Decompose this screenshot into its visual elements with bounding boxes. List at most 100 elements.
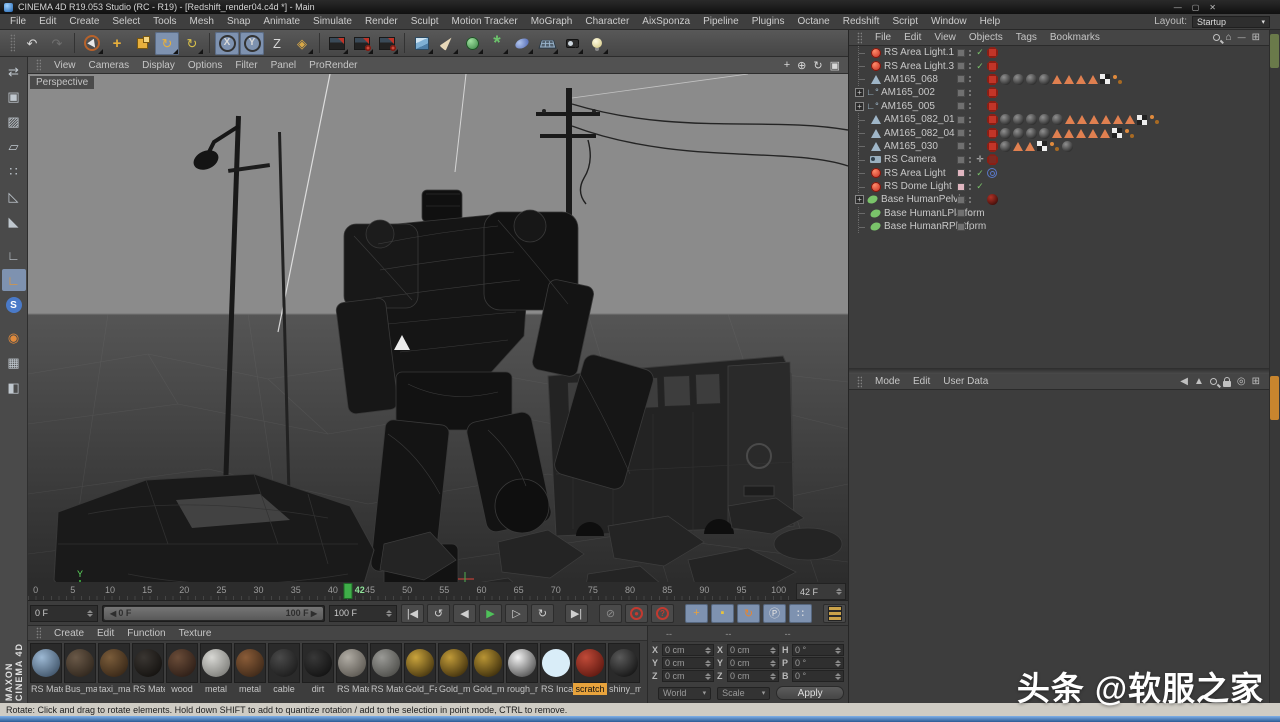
material-tag[interactable] xyxy=(987,194,998,205)
add-panel-icon[interactable]: ⊞ xyxy=(1252,376,1260,387)
selection-tag[interactable] xyxy=(1052,129,1062,138)
add-mograph[interactable]: * xyxy=(485,32,509,55)
material-rs-mate[interactable]: RS Mate xyxy=(29,643,63,703)
selection-tag[interactable] xyxy=(1089,115,1099,124)
layer-swatch[interactable] xyxy=(957,196,965,204)
material-rs-mate[interactable]: RS Mate xyxy=(131,643,165,703)
attributes-dock-tab[interactable] xyxy=(1270,376,1279,420)
add-camera[interactable] xyxy=(560,32,584,55)
material-rs-incar[interactable]: RS Incar xyxy=(539,643,573,703)
visibility-dots[interactable] xyxy=(969,130,971,136)
menu-item-select[interactable]: Select xyxy=(112,16,140,27)
rotate-view-icon[interactable]: ↻ xyxy=(813,59,822,72)
enable-axis[interactable]: ∟ xyxy=(2,269,26,291)
visibility-dots[interactable] xyxy=(969,63,971,69)
coordinate-system[interactable]: ◈ xyxy=(290,32,314,55)
material-thumbnail[interactable] xyxy=(30,643,62,683)
workplane-mode[interactable]: ▱ xyxy=(2,136,26,158)
apply-button[interactable]: Apply xyxy=(776,686,844,700)
selection-tag[interactable] xyxy=(1113,115,1123,124)
lock-z-axis[interactable]: Z xyxy=(265,32,289,55)
phong-tag[interactable] xyxy=(1112,74,1123,85)
material-cable[interactable]: cable xyxy=(267,643,301,703)
expand-icon[interactable]: + xyxy=(855,195,864,204)
menu-item-edit[interactable]: Edit xyxy=(913,376,930,387)
lock-x-axis[interactable]: X xyxy=(215,32,239,55)
material-tag[interactable] xyxy=(1000,128,1011,139)
rotate-tool[interactable]: ↻ xyxy=(155,32,179,55)
rotation-b-field[interactable]: 0 ° xyxy=(792,670,844,682)
field-stepper[interactable] xyxy=(835,647,841,654)
selection-tag[interactable] xyxy=(1077,115,1087,124)
material-gold-fa[interactable]: Gold_Fa xyxy=(403,643,437,703)
menu-item-file[interactable]: File xyxy=(875,32,891,43)
layout-dropdown[interactable]: Startup▾ xyxy=(1192,16,1270,28)
material-thumbnail[interactable] xyxy=(574,643,606,683)
key-position[interactable]: + xyxy=(685,604,708,623)
add-field[interactable] xyxy=(510,32,534,55)
menu-item-mode[interactable]: Mode xyxy=(875,376,900,387)
live-selection[interactable] xyxy=(80,32,104,55)
current-frame-marker[interactable] xyxy=(343,583,352,599)
make-editable[interactable]: ⇄ xyxy=(2,61,26,83)
lock-icon[interactable] xyxy=(1223,381,1231,387)
zoom-view-icon[interactable]: ⊕ xyxy=(797,59,806,72)
field-stepper[interactable] xyxy=(705,647,711,654)
redshift-tag[interactable] xyxy=(987,114,998,125)
enabled-check-icon[interactable]: ✓ xyxy=(975,168,985,179)
material-thumbnail[interactable] xyxy=(608,643,640,683)
selection-tag[interactable] xyxy=(1064,129,1074,138)
rotation-p-field[interactable]: 0 ° xyxy=(792,657,844,669)
menu-item-motion-tracker[interactable]: Motion Tracker xyxy=(452,16,518,27)
visibility-dots[interactable] xyxy=(969,184,971,190)
menu-item-edit[interactable]: Edit xyxy=(904,32,921,43)
enabled-check-icon[interactable]: ✓ xyxy=(975,61,985,72)
material-rs-mate[interactable]: RS Mate xyxy=(369,643,403,703)
layer-swatch[interactable] xyxy=(957,75,965,83)
add-spline-pen[interactable] xyxy=(435,32,459,55)
key-parameter[interactable]: Ⓟ xyxy=(763,604,786,623)
layer-swatch[interactable] xyxy=(957,183,965,191)
menu-item-bookmarks[interactable]: Bookmarks xyxy=(1050,32,1100,43)
visibility-dots[interactable] xyxy=(969,117,971,123)
target-icon[interactable]: ◎ xyxy=(1237,376,1246,387)
menu-item-mesh[interactable]: Mesh xyxy=(190,16,214,27)
drag-grip-icon[interactable] xyxy=(857,32,862,44)
workplane-lock[interactable]: ▦ xyxy=(2,352,26,374)
phong-tag[interactable] xyxy=(1049,141,1060,152)
menu-item-simulate[interactable]: Simulate xyxy=(313,16,352,27)
layer-swatch[interactable] xyxy=(957,223,965,231)
motion-system[interactable] xyxy=(823,604,846,623)
menu-item-user-data[interactable]: User Data xyxy=(943,376,988,387)
redshift-tag[interactable] xyxy=(987,101,998,112)
object-row-rs-dome-light[interactable]: RS Dome Light✓ xyxy=(849,180,1280,193)
texture-mode[interactable]: ▨ xyxy=(2,111,26,133)
field-stepper[interactable] xyxy=(770,660,776,667)
menu-item-animate[interactable]: Animate xyxy=(263,16,300,27)
coord-space-dropdown[interactable]: World▾ xyxy=(658,687,711,700)
menu-item-tags[interactable]: Tags xyxy=(1016,32,1037,43)
path-bar-icon[interactable]: — xyxy=(1238,33,1246,42)
enabled-check-icon[interactable]: ✓ xyxy=(975,181,985,192)
menu-item-view[interactable]: View xyxy=(54,60,76,71)
selection-tag[interactable] xyxy=(1088,75,1098,84)
selection-tag[interactable] xyxy=(1125,115,1135,124)
material-tag[interactable] xyxy=(1000,141,1011,152)
selection-tag[interactable] xyxy=(1076,129,1086,138)
play-forwards[interactable]: ▶ xyxy=(479,604,502,623)
dock-tab[interactable] xyxy=(1270,34,1279,68)
visibility-dots[interactable] xyxy=(969,50,971,56)
pan-view-icon[interactable]: + xyxy=(784,59,790,72)
layer-swatch[interactable] xyxy=(957,129,965,137)
material-tag[interactable] xyxy=(1013,128,1024,139)
enabled-check-icon[interactable]: ✛ xyxy=(975,154,985,165)
menu-item-create[interactable]: Create xyxy=(69,16,99,27)
add-floor[interactable] xyxy=(535,32,559,55)
material-tag[interactable] xyxy=(1052,114,1063,125)
redshift-tag[interactable] xyxy=(987,141,998,152)
menu-item-plugins[interactable]: Plugins xyxy=(752,16,785,27)
material-tag[interactable] xyxy=(1039,114,1050,125)
add-subdivision-surface[interactable] xyxy=(460,32,484,55)
render-settings[interactable] xyxy=(375,32,399,55)
redshift-tag[interactable] xyxy=(987,47,998,58)
